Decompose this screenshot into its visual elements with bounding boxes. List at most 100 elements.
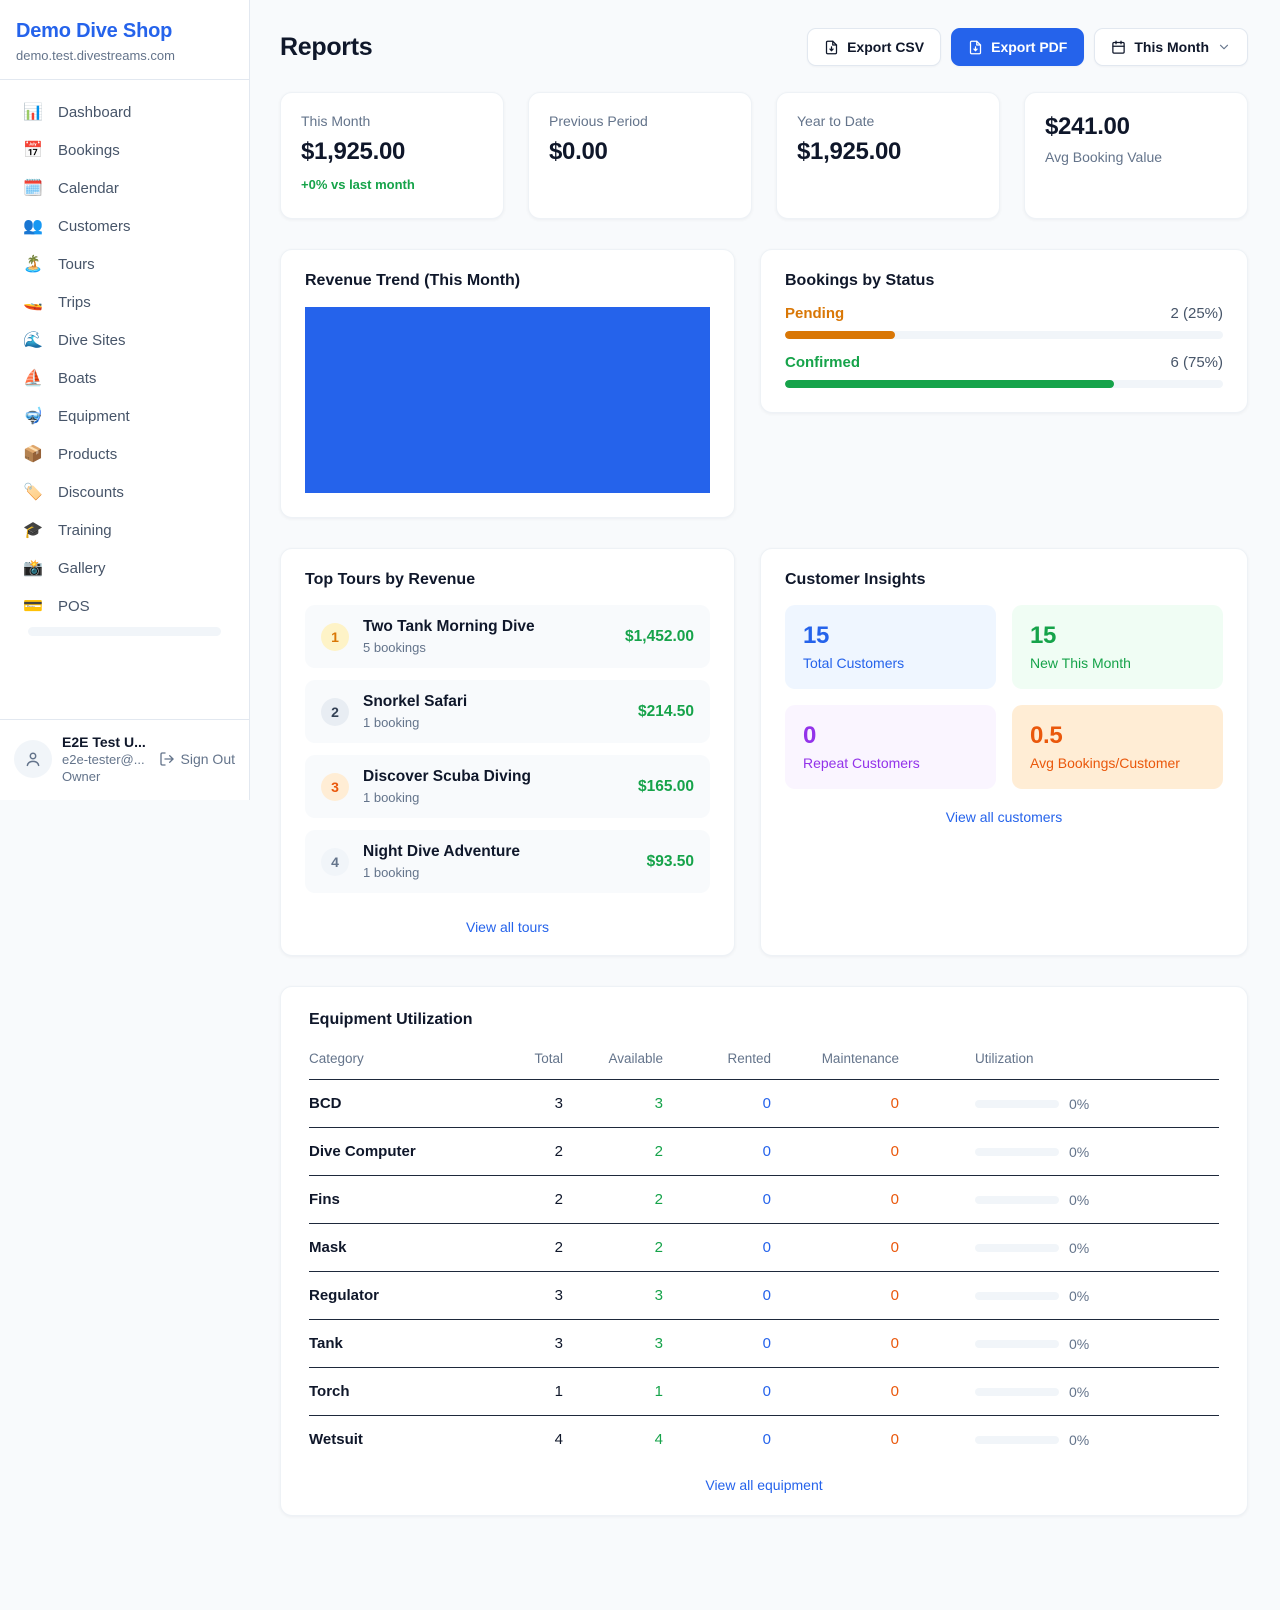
- utilization-percent: 0%: [1069, 1192, 1089, 1208]
- tour-row-4[interactable]: 4 Night Dive Adventure 1 booking $93.50: [305, 830, 710, 893]
- insight-new-this-month: 15 New This Month: [1012, 605, 1223, 689]
- chevron-down-icon: [1217, 40, 1231, 54]
- credit-card-icon: 💳: [22, 599, 44, 615]
- sign-out-button[interactable]: Sign Out: [159, 751, 235, 767]
- export-csv-button[interactable]: Export CSV: [807, 28, 941, 66]
- utilization-percent: 0%: [1069, 1288, 1089, 1304]
- cell-available: 2: [563, 1224, 663, 1272]
- sailboat-icon: ⛵: [22, 371, 44, 387]
- topbar: Reports Export CSV Export PDF This Month: [280, 28, 1248, 66]
- user-section: E2E Test U... e2e-tester@... Owner Sign …: [0, 719, 249, 800]
- table-row-torch: Torch 1 1 0 0 0%: [309, 1368, 1219, 1416]
- view-all-equipment-link[interactable]: View all equipment: [309, 1477, 1219, 1493]
- column-header-maintenance: Maintenance: [771, 1041, 899, 1080]
- cell-maintenance: 0: [771, 1368, 899, 1416]
- tour-revenue: $93.50: [647, 853, 694, 871]
- rank-badge: 3: [321, 773, 349, 801]
- utilization-bar: [975, 1340, 1059, 1348]
- sidebar-item-dashboard[interactable]: 📊 Dashboard: [10, 94, 239, 131]
- cell-rented: 0: [663, 1176, 771, 1224]
- sidebar-item-label: Tours: [58, 256, 95, 273]
- sign-out-label: Sign Out: [181, 751, 235, 767]
- equipment-table-header: Category Total Available Rented Maintena…: [309, 1041, 1219, 1080]
- tour-row-1[interactable]: 1 Two Tank Morning Dive 5 bookings $1,45…: [305, 605, 710, 668]
- view-all-customers-link[interactable]: View all customers: [785, 809, 1223, 825]
- column-header-utilization: Utilization: [899, 1041, 1219, 1080]
- sidebar-nav: 📊 Dashboard 📅 Bookings 🗓️ Calendar 👥 Cus…: [0, 80, 249, 636]
- sidebar-item-training[interactable]: 🎓 Training: [10, 512, 239, 549]
- insight-value: 15: [803, 622, 978, 650]
- utilization-bar: [975, 1436, 1059, 1444]
- sidebar-item-dive-sites[interactable]: 🌊 Dive Sites: [10, 322, 239, 359]
- tour-name: Two Tank Morning Dive: [363, 618, 535, 636]
- utilization-percent: 0%: [1069, 1336, 1089, 1352]
- cell-category: Tank: [309, 1320, 493, 1368]
- sidebar-item-label: Discounts: [58, 484, 124, 501]
- user-meta: E2E Test U... e2e-tester@... Owner: [62, 734, 146, 784]
- tour-name: Snorkel Safari: [363, 693, 467, 711]
- header-actions: Export CSV Export PDF This Month: [807, 28, 1248, 66]
- sidebar-item-label: Products: [58, 446, 117, 463]
- bookings-by-status-title: Bookings by Status: [785, 272, 1223, 290]
- equipment-table: Category Total Available Rented Maintena…: [309, 1041, 1219, 1463]
- stat-label: Year to Date: [797, 113, 979, 129]
- utilization-bar: [975, 1244, 1059, 1252]
- stat-label: Previous Period: [549, 113, 731, 129]
- tour-revenue: $1,452.00: [625, 628, 694, 646]
- sidebar-item-trips[interactable]: 🚤 Trips: [10, 284, 239, 321]
- stat-card-avg-booking-value: $241.00 Avg Booking Value: [1024, 92, 1248, 219]
- sidebar-item-boats[interactable]: ⛵ Boats: [10, 360, 239, 397]
- cell-rented: 0: [663, 1368, 771, 1416]
- view-all-tours-link[interactable]: View all tours: [305, 919, 710, 935]
- sidebar-item-equipment[interactable]: 🤿 Equipment: [10, 398, 239, 435]
- cell-rented: 0: [663, 1272, 771, 1320]
- brand-title[interactable]: Demo Dive Shop: [16, 20, 233, 43]
- insight-label: New This Month: [1030, 655, 1205, 671]
- sidebar-item-bookings[interactable]: 📅 Bookings: [10, 132, 239, 169]
- insight-repeat-customers: 0 Repeat Customers: [785, 705, 996, 789]
- cell-rented: 0: [663, 1224, 771, 1272]
- cell-maintenance: 0: [771, 1320, 899, 1368]
- sidebar-item-label: POS: [58, 598, 90, 615]
- calendar-icon: [1111, 40, 1126, 55]
- table-row-fins: Fins 2 2 0 0 0%: [309, 1176, 1219, 1224]
- cell-maintenance: 0: [771, 1128, 899, 1176]
- cell-maintenance: 0: [771, 1272, 899, 1320]
- stat-value: $1,925.00: [797, 138, 979, 166]
- period-label: This Month: [1134, 39, 1209, 55]
- brand-domain: demo.test.divestreams.com: [16, 48, 233, 63]
- tour-row-3[interactable]: 3 Discover Scuba Diving 1 booking $165.0…: [305, 755, 710, 818]
- tour-name: Night Dive Adventure: [363, 843, 520, 861]
- sidebar-item-pos[interactable]: 💳 POS: [10, 588, 239, 625]
- cell-total: 2: [493, 1176, 563, 1224]
- period-dropdown[interactable]: This Month: [1094, 28, 1248, 66]
- export-pdf-button[interactable]: Export PDF: [951, 28, 1084, 66]
- cell-category: Wetsuit: [309, 1416, 493, 1464]
- revenue-trend-chart: [305, 307, 710, 493]
- brand-block: Demo Dive Shop demo.test.divestreams.com: [0, 0, 249, 80]
- sidebar-item-calendar[interactable]: 🗓️ Calendar: [10, 170, 239, 207]
- sidebar-item-label: Equipment: [58, 408, 130, 425]
- stat-card-this-month: This Month $1,925.00 +0% vs last month: [280, 92, 504, 219]
- insight-total-customers: 15 Total Customers: [785, 605, 996, 689]
- stat-value: $241.00: [1045, 113, 1227, 141]
- tour-row-2[interactable]: 2 Snorkel Safari 1 booking $214.50: [305, 680, 710, 743]
- status-label-confirmed: Confirmed: [785, 354, 860, 371]
- status-bar-track: [785, 331, 1223, 339]
- insights-grid: 15 Total Customers 15 New This Month 0 R…: [785, 605, 1223, 789]
- cell-total: 4: [493, 1416, 563, 1464]
- sidebar-item-products[interactable]: 📦 Products: [10, 436, 239, 473]
- stat-delta: +0% vs last month: [301, 177, 483, 192]
- sidebar-item-tours[interactable]: 🏝️ Tours: [10, 246, 239, 283]
- sidebar-item-discounts[interactable]: 🏷️ Discounts: [10, 474, 239, 511]
- cell-maintenance: 0: [771, 1224, 899, 1272]
- column-header-total: Total: [493, 1041, 563, 1080]
- utilization-percent: 0%: [1069, 1384, 1089, 1400]
- table-row-tank: Tank 3 3 0 0 0%: [309, 1320, 1219, 1368]
- status-label-pending: Pending: [785, 305, 844, 322]
- person-icon: [24, 750, 42, 768]
- sidebar-item-customers[interactable]: 👥 Customers: [10, 208, 239, 245]
- tour-revenue: $214.50: [638, 703, 694, 721]
- sidebar-item-gallery[interactable]: 📸 Gallery: [10, 550, 239, 587]
- stat-card-previous-period: Previous Period $0.00: [528, 92, 752, 219]
